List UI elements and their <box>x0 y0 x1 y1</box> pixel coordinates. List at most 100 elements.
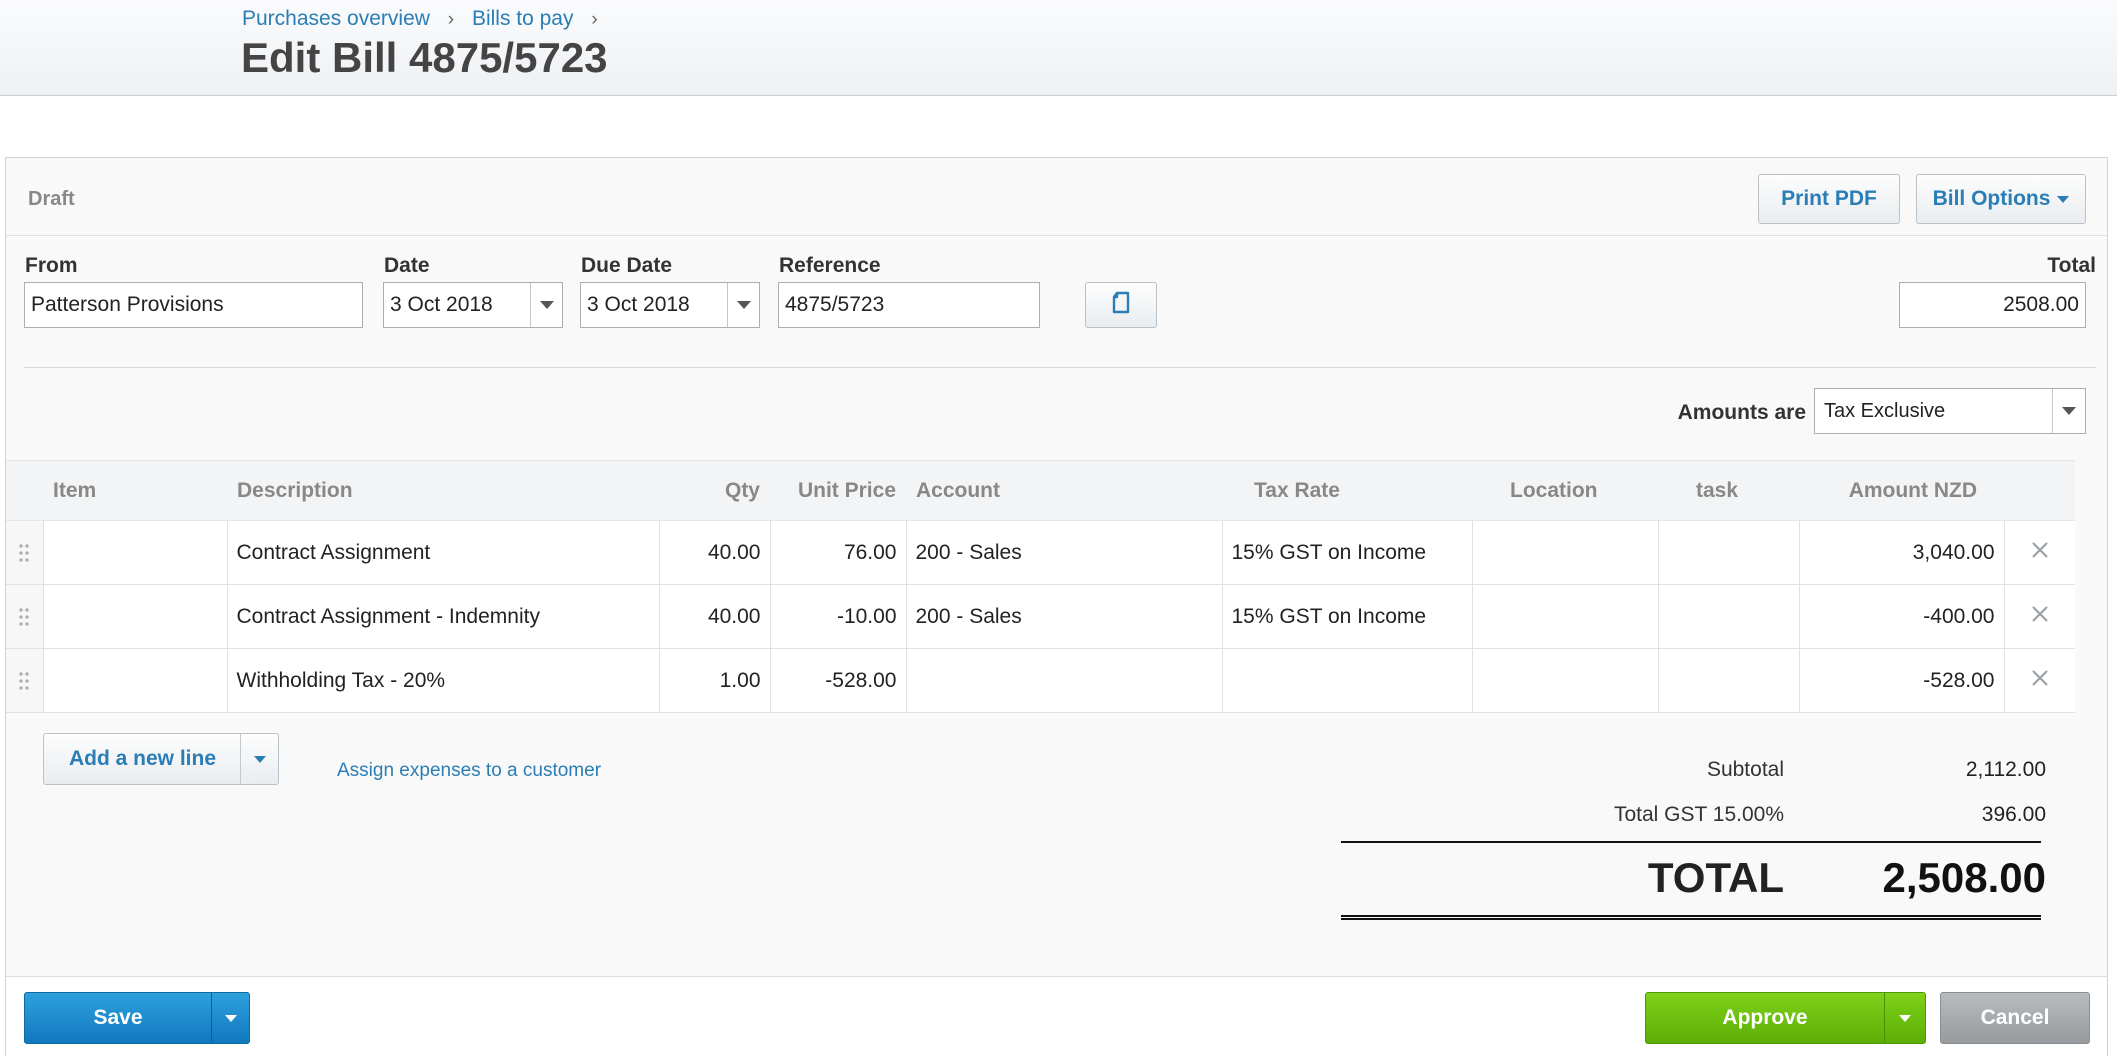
line-items-table: Item Description Qty Unit Price Account … <box>6 460 2075 713</box>
delete-row-button[interactable] <box>2003 584 2075 649</box>
approve-button[interactable]: Approve <box>1646 993 1884 1043</box>
header-amount: Amount NZD <box>1799 460 2004 521</box>
amounts-are-select[interactable]: Tax Exclusive <box>1814 388 2086 434</box>
cell-account[interactable]: 200 - Sales <box>905 520 1223 585</box>
cell-item[interactable] <box>42 648 228 713</box>
cell-item[interactable] <box>42 520 228 585</box>
drag-handle-icon <box>19 672 29 690</box>
date-field <box>383 282 563 328</box>
cell-location[interactable] <box>1471 648 1659 713</box>
cancel-button[interactable]: Cancel <box>1940 992 2090 1044</box>
cell-unit-price[interactable]: 76.00 <box>769 520 907 585</box>
bill-panel: Draft Print PDF Bill Options From Date D… <box>5 157 2108 1056</box>
header-qty: Qty <box>659 460 770 521</box>
date-input[interactable] <box>384 283 530 327</box>
delete-row-button[interactable] <box>2003 648 2075 713</box>
cell-description[interactable]: Contract Assignment <box>226 520 660 585</box>
cell-task[interactable] <box>1657 648 1800 713</box>
amounts-are-value: Tax Exclusive <box>1824 400 1946 422</box>
cell-item[interactable] <box>42 584 228 649</box>
delete-row-button[interactable] <box>2003 520 2075 585</box>
breadcrumb: Purchases overview › Bills to pay › <box>242 7 610 31</box>
chevron-down-icon <box>736 301 751 309</box>
breadcrumb-purchases-overview[interactable]: Purchases overview <box>242 7 430 30</box>
cell-account[interactable] <box>905 648 1223 713</box>
row-drag-handle[interactable] <box>6 520 44 585</box>
cell-description[interactable]: Withholding Tax - 20% <box>226 648 660 713</box>
cell-description[interactable]: Contract Assignment - Indemnity <box>226 584 660 649</box>
date-dropdown-button[interactable] <box>530 283 562 327</box>
cell-tax-rate[interactable]: 15% GST on Income <box>1221 520 1473 585</box>
save-button[interactable]: Save <box>25 993 211 1043</box>
total-gst-value: 396.00 <box>1981 803 2046 826</box>
chevron-down-icon <box>539 301 554 309</box>
reference-input[interactable] <box>778 282 1040 328</box>
cell-unit-price[interactable]: -528.00 <box>769 648 907 713</box>
drag-handle-icon <box>19 608 29 626</box>
copy-reference-button[interactable] <box>1085 282 1157 328</box>
from-input[interactable] <box>24 282 363 328</box>
due-date-label: Due Date <box>581 254 673 277</box>
cell-amount[interactable]: -400.00 <box>1798 584 2005 649</box>
header-unit-price: Unit Price <box>770 460 906 521</box>
cell-qty[interactable]: 40.00 <box>658 520 771 585</box>
close-icon <box>2031 541 2049 564</box>
header-account: Account <box>906 460 1222 521</box>
header-tax-rate: Tax Rate <box>1222 460 1472 521</box>
cell-qty[interactable]: 1.00 <box>658 648 771 713</box>
approve-button-group: Approve <box>1645 992 1926 1044</box>
totals-divider <box>1341 841 2041 843</box>
chevron-down-icon <box>2062 407 2076 415</box>
cell-account[interactable]: 200 - Sales <box>905 584 1223 649</box>
cell-unit-price[interactable]: -10.00 <box>769 584 907 649</box>
table-header-row: Item Description Qty Unit Price Account … <box>6 460 2075 521</box>
row-drag-handle[interactable] <box>6 648 44 713</box>
table-row: Withholding Tax - 20% 1.00 -528.00 -528.… <box>6 648 2075 713</box>
totals-double-rule <box>1341 915 2041 920</box>
cell-location[interactable] <box>1471 584 1659 649</box>
row-drag-handle[interactable] <box>6 584 44 649</box>
subtotal-label: Subtotal <box>1706 758 1784 781</box>
footer-bar: Save Approve Cancel <box>6 976 2107 1056</box>
due-date-dropdown-button[interactable] <box>727 283 759 327</box>
grand-total-label: TOTAL <box>1647 854 1784 901</box>
bill-options-label: Bill Options <box>1932 187 2051 210</box>
approve-dropdown-button[interactable] <box>1884 993 1925 1043</box>
due-date-field <box>580 282 760 328</box>
save-dropdown-button[interactable] <box>211 993 249 1043</box>
cell-amount[interactable]: 3,040.00 <box>1798 520 2005 585</box>
due-date-input[interactable] <box>581 283 727 327</box>
add-new-line-button[interactable]: Add a new line <box>44 734 241 784</box>
total-gst-label: Total GST 15.00% <box>1613 803 1784 826</box>
grand-total-value: 2,508.00 <box>1882 854 2047 901</box>
table-row: Contract Assignment 40.00 76.00 200 - Sa… <box>6 520 2075 585</box>
header-task: task <box>1658 460 1799 521</box>
status-badge: Draft <box>28 188 75 210</box>
assign-expenses-link[interactable]: Assign expenses to a customer <box>337 760 601 782</box>
total-input[interactable] <box>1899 282 2086 328</box>
cell-location[interactable] <box>1471 520 1659 585</box>
bill-options-button[interactable]: Bill Options <box>1916 174 2086 224</box>
total-label: Total <box>2047 254 2096 277</box>
cell-task[interactable] <box>1657 584 1800 649</box>
header-delete <box>2004 460 2075 521</box>
cell-qty[interactable]: 40.00 <box>658 584 771 649</box>
copy-document-icon <box>1111 291 1131 320</box>
close-icon <box>2031 669 2049 692</box>
divider <box>24 367 2096 368</box>
cell-tax-rate[interactable] <box>1221 648 1473 713</box>
cell-tax-rate[interactable]: 15% GST on Income <box>1221 584 1473 649</box>
amounts-are-dropdown-button[interactable] <box>2052 389 2085 433</box>
breadcrumb-bills-to-pay[interactable]: Bills to pay <box>472 7 574 30</box>
print-pdf-button[interactable]: Print PDF <box>1758 174 1900 224</box>
breadcrumb-separator: › <box>591 9 598 30</box>
drag-handle-icon <box>19 544 29 562</box>
header-item: Item <box>43 460 227 521</box>
add-line-dropdown-button[interactable] <box>240 734 278 784</box>
cell-task[interactable] <box>1657 520 1800 585</box>
cell-amount[interactable]: -528.00 <box>1798 648 2005 713</box>
print-pdf-label: Print PDF <box>1781 187 1877 210</box>
chevron-down-icon <box>1899 1014 1911 1022</box>
amounts-are-label: Amounts are <box>1677 401 1806 424</box>
reference-label: Reference <box>779 254 881 277</box>
